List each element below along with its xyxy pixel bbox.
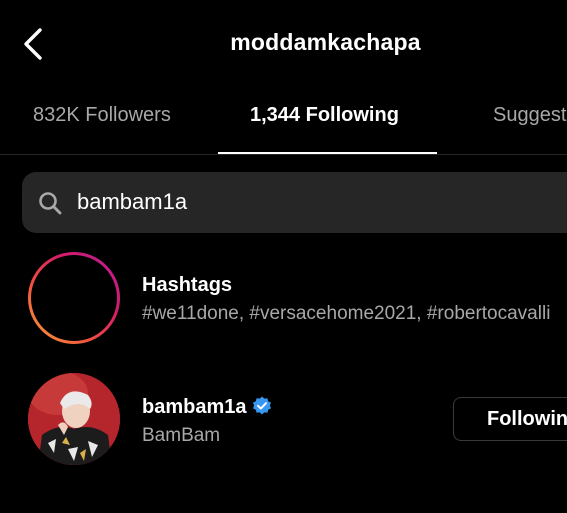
hashtags-result-row[interactable]: Hashtags #we11done, #versacehome2021, #r… xyxy=(0,250,567,350)
user-result-row[interactable]: bambam1a BamBam Following xyxy=(0,371,567,471)
following-button[interactable]: Following xyxy=(453,397,567,441)
username: bambam1a xyxy=(142,396,272,419)
active-tab-indicator xyxy=(218,152,437,154)
hashtags-subtitle: #we11done, #versacehome2021, #robertocav… xyxy=(142,303,551,324)
search-icon xyxy=(39,192,62,215)
tab-bar: 832K Followers 1,344 Following Suggested xyxy=(0,92,567,155)
page-title: moddamkachapa xyxy=(230,29,421,55)
avatar[interactable] xyxy=(28,373,120,465)
verified-badge-icon xyxy=(252,396,271,415)
tab-suggested[interactable]: Suggested xyxy=(493,104,567,127)
username-text: bambam1a xyxy=(142,396,247,418)
tab-following[interactable]: 1,344 Following xyxy=(250,104,399,127)
hashtag-icon xyxy=(52,276,96,320)
search-input[interactable] xyxy=(77,184,557,220)
hashtag-avatar xyxy=(28,252,120,344)
search-bar[interactable] xyxy=(22,172,567,233)
hashtags-title: Hashtags xyxy=(142,274,233,296)
header-bar: moddamkachapa xyxy=(0,0,567,90)
tab-followers[interactable]: 832K Followers xyxy=(33,104,171,127)
